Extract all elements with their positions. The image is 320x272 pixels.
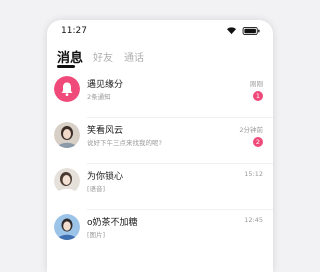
user-photo-icon [54, 168, 80, 194]
bell-icon [54, 76, 80, 102]
conversation-row[interactable]: 为你锁心 [语音] 15:12 [47, 164, 273, 210]
conversation-list: 遇见缘分 2条通知 刚刚 1 笑看风云 说好下午三点来找我的呢? 2分钟前 2 [47, 72, 273, 256]
status-icons [226, 26, 261, 35]
conversation-name: 为你锁心 [87, 172, 124, 182]
conversation-row[interactable]: 遇见缘分 2条通知 刚刚 1 [47, 72, 273, 118]
phone-frame: 11:27 消息 好友 通话 遇见缘分 2条通知 刚刚 1 笑看风云 说好下午三… [47, 20, 273, 272]
tab-friends[interactable]: 好友 [93, 49, 113, 64]
avatar [54, 122, 80, 148]
status-bar: 11:27 [47, 20, 273, 42]
conversation-row[interactable]: o奶茶不加糖 [图片] 12:45 [47, 210, 273, 256]
conversation-name: o奶茶不加糖 [87, 218, 138, 228]
avatar [54, 168, 80, 194]
battery-icon [242, 26, 260, 35]
status-time: 11:27 [61, 26, 87, 36]
conversation-preview: 说好下午三点来找我的呢? [87, 139, 162, 147]
avatar [54, 76, 80, 102]
tab-calls[interactable]: 通话 [124, 49, 144, 64]
conversation-row[interactable]: 笑看风云 说好下午三点来找我的呢? 2分钟前 2 [47, 118, 273, 164]
conversation-name: 笑看风云 [87, 126, 124, 136]
conversation-time: 刚刚 [250, 80, 263, 88]
user-photo-icon [54, 214, 80, 240]
conversation-time: 15:12 [244, 170, 263, 178]
unread-badge: 1 [253, 91, 263, 101]
unread-badge: 2 [253, 137, 263, 147]
tab-messages[interactable]: 消息 [57, 47, 83, 66]
conversation-preview: [语音] [87, 185, 106, 193]
conversation-preview: [图片] [87, 231, 106, 239]
conversation-preview: 2条通知 [87, 93, 111, 101]
tab-bar: 消息 好友 通话 [47, 42, 273, 72]
tab-indicator [57, 65, 75, 68]
avatar [54, 214, 80, 240]
wifi-icon [227, 27, 236, 35]
conversation-time: 2分钟前 [239, 126, 263, 134]
conversation-name: 遇见缘分 [87, 80, 124, 90]
conversation-time: 12:45 [244, 216, 263, 224]
user-photo-icon [54, 122, 80, 148]
